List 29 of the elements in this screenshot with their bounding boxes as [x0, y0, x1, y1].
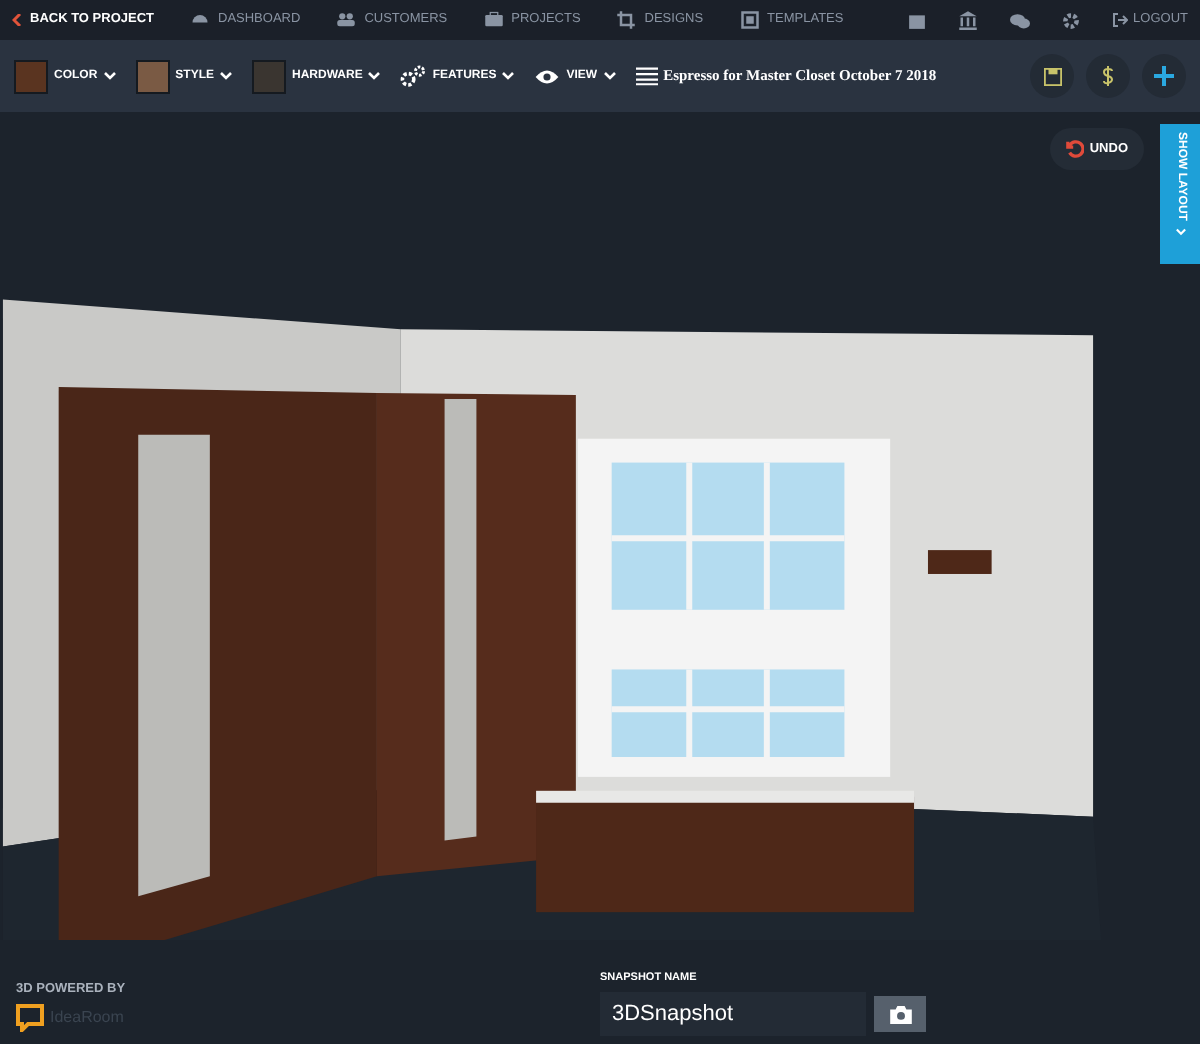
snapshot-button[interactable]: [874, 996, 926, 1032]
undo-icon: [1065, 140, 1084, 158]
crop-icon: [616, 10, 637, 30]
plus-icon: [1154, 66, 1174, 86]
speech-bubble-logo-icon: [16, 1004, 44, 1032]
calendar-icon[interactable]: [907, 11, 926, 29]
chevron-down-icon: [220, 72, 233, 80]
template-icon: [739, 10, 760, 30]
people-icon: [336, 10, 357, 30]
snapshot-name-field[interactable]: 3DSnapshot: [600, 992, 866, 1036]
bank-icon[interactable]: [957, 10, 978, 30]
chat-icon[interactable]: [1009, 11, 1030, 29]
chevron-down-icon: [603, 72, 616, 80]
camera-icon: [889, 1005, 911, 1023]
chevron-left-icon: [12, 14, 22, 26]
sign-out-icon: [1111, 12, 1128, 28]
dollar-icon: [1102, 66, 1114, 86]
chevron-down-icon: [368, 72, 381, 80]
save-button[interactable]: [1030, 54, 1074, 98]
eye-icon: [534, 67, 561, 85]
gears-icon: [400, 64, 427, 88]
chevron-down-icon: [502, 72, 515, 80]
add-button[interactable]: [1142, 54, 1186, 98]
hardware-thumbnail-icon: [252, 59, 287, 93]
pricing-button[interactable]: [1086, 54, 1130, 98]
list-icon: [635, 66, 658, 86]
chevron-down-icon: [103, 72, 116, 80]
briefcase-icon: [483, 10, 504, 30]
chevron-down-icon: [1175, 228, 1185, 237]
